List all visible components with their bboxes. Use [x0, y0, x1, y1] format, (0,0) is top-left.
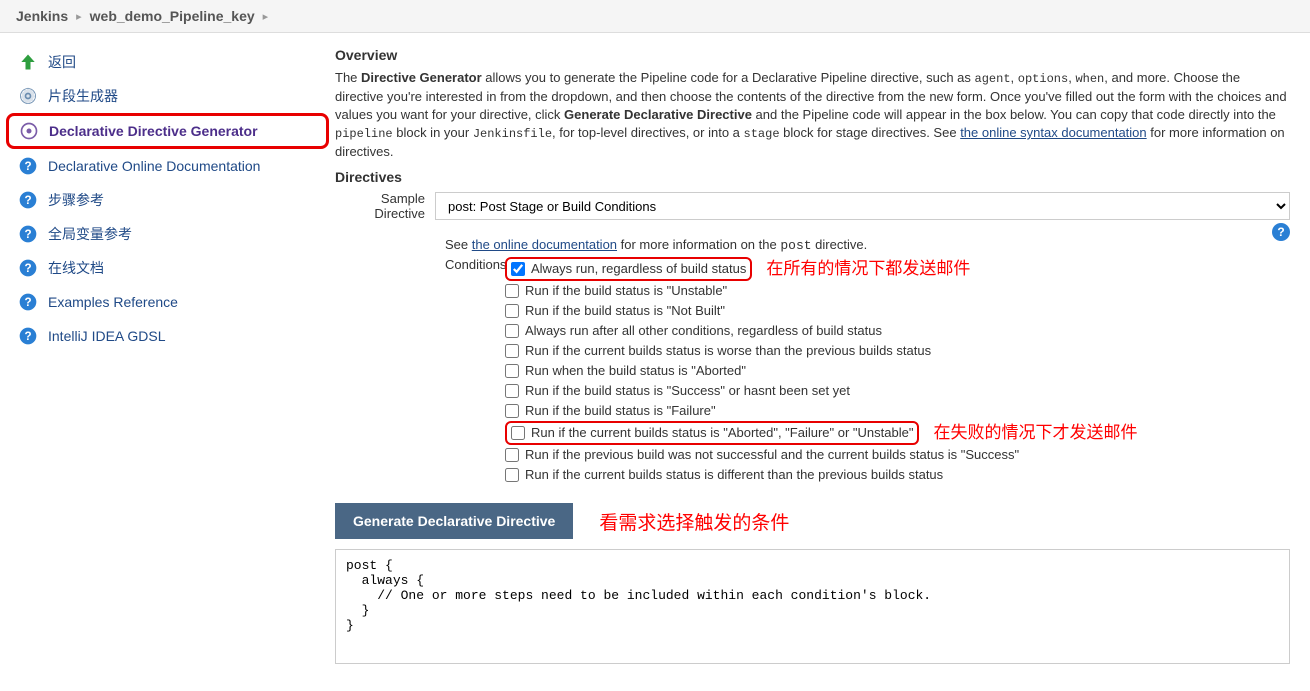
condition-annotation: 在所有的情况下都发送邮件 [766, 259, 970, 279]
help-icon: ? [18, 258, 38, 278]
sidebar-item-2[interactable]: Declarative Directive Generator [6, 113, 329, 149]
help-icon: ? [18, 190, 38, 210]
condition-item-10: Run if the current builds status is diff… [505, 465, 1290, 485]
sidebar-item-label: 在线文档 [48, 258, 104, 278]
svg-text:?: ? [24, 194, 31, 207]
chevron-right-icon: ▸ [76, 10, 82, 23]
code-output[interactable] [336, 550, 1289, 660]
sample-directive-select[interactable]: post: Post Stage or Build Conditions [435, 192, 1290, 220]
condition-checkbox-1[interactable] [505, 284, 519, 298]
sidebar-item-label: Examples Reference [48, 294, 178, 310]
condition-item-0: Always run, regardless of build status 在所… [505, 257, 1290, 281]
gear-purple-icon [19, 121, 39, 141]
condition-item-8: Run if the current builds status is "Abo… [505, 421, 1290, 445]
overview-heading: Overview [335, 47, 1290, 63]
condition-label: Run if the previous build was not succes… [525, 445, 1019, 465]
svg-text:?: ? [24, 262, 31, 275]
breadcrumb: Jenkins ▸ web_demo_Pipeline_key ▸ [0, 0, 1310, 33]
condition-label: Always run after all other conditions, r… [525, 321, 882, 341]
condition-label: Run if the build status is "Success" or … [525, 381, 850, 401]
sidebar-item-label: 步骤参考 [48, 190, 104, 210]
online-doc-link[interactable]: the online documentation [472, 237, 617, 252]
condition-item-7: Run if the build status is "Failure" [505, 401, 1290, 421]
condition-checkbox-2[interactable] [505, 304, 519, 318]
help-text: See the online documentation for more in… [445, 237, 1290, 253]
condition-checkbox-7[interactable] [505, 404, 519, 418]
condition-checkbox-10[interactable] [505, 468, 519, 482]
condition-label: Always run, regardless of build status [531, 259, 746, 279]
sidebar-item-label: 全局变量参考 [48, 224, 132, 244]
sample-directive-label: Sample Directive [335, 191, 435, 221]
condition-annotation: 在失败的情况下才发送邮件 [933, 423, 1137, 443]
conditions-label: Conditions [445, 257, 505, 272]
sidebar-item-5[interactable]: ? 全局变量参考 [0, 217, 335, 251]
condition-checkbox-4[interactable] [505, 344, 519, 358]
sidebar-item-label: IntelliJ IDEA GDSL [48, 328, 166, 344]
sidebar-item-label: Declarative Directive Generator [49, 123, 258, 139]
condition-checkbox-9[interactable] [505, 448, 519, 462]
help-icon: ? [18, 224, 38, 244]
svg-text:?: ? [24, 330, 31, 343]
generate-button[interactable]: Generate Declarative Directive [335, 503, 573, 539]
sidebar-item-1[interactable]: 片段生成器 [0, 79, 335, 113]
condition-checkbox-3[interactable] [505, 324, 519, 338]
sidebar-item-label: 片段生成器 [48, 86, 118, 106]
svg-text:?: ? [24, 228, 31, 241]
condition-item-1: Run if the build status is "Unstable" [505, 281, 1290, 301]
condition-label: Run when the build status is "Aborted" [525, 361, 746, 381]
condition-checkbox-5[interactable] [505, 364, 519, 378]
arrow-up-icon [18, 52, 38, 72]
svg-text:?: ? [24, 160, 31, 173]
condition-label: Run if the build status is "Unstable" [525, 281, 727, 301]
condition-label: Run if the current builds status is wors… [525, 341, 931, 361]
sidebar-item-0[interactable]: 返回 [0, 45, 335, 79]
help-icon: ? [18, 156, 38, 176]
sidebar-item-label: Declarative Online Documentation [48, 158, 260, 174]
condition-checkbox-6[interactable] [505, 384, 519, 398]
help-icon: ? [18, 292, 38, 312]
code-output-box [335, 549, 1290, 664]
sidebar-item-label: 返回 [48, 52, 76, 72]
sidebar-item-3[interactable]: ? Declarative Online Documentation [0, 149, 335, 183]
syntax-doc-link[interactable]: the online syntax documentation [960, 125, 1146, 140]
main-content: Overview The Directive Generator allows … [335, 33, 1310, 678]
sidebar-item-8[interactable]: ? IntelliJ IDEA GDSL [0, 319, 335, 353]
directives-heading: Directives [335, 169, 1290, 185]
generate-annotation: 看需求选择触发的条件 [599, 508, 789, 535]
sidebar-item-4[interactable]: ? 步骤参考 [0, 183, 335, 217]
conditions-list: Always run, regardless of build status 在所… [505, 257, 1290, 485]
condition-item-5: Run when the build status is "Aborted" [505, 361, 1290, 381]
breadcrumb-root[interactable]: Jenkins [16, 8, 68, 24]
chevron-right-icon: ▸ [263, 10, 269, 23]
gear-icon [18, 86, 38, 106]
condition-checkbox-8[interactable] [511, 426, 525, 440]
condition-label: Run if the build status is "Not Built" [525, 301, 725, 321]
condition-item-3: Always run after all other conditions, r… [505, 321, 1290, 341]
condition-checkbox-0[interactable] [511, 262, 525, 276]
sidebar: 返回片段生成器 Declarative Directive Generator? D… [0, 33, 335, 678]
condition-item-4: Run if the current builds status is wors… [505, 341, 1290, 361]
sidebar-item-6[interactable]: ? 在线文档 [0, 251, 335, 285]
condition-label: Run if the current builds status is "Abo… [531, 423, 913, 443]
help-icon: ? [18, 326, 38, 346]
condition-item-2: Run if the build status is "Not Built" [505, 301, 1290, 321]
sidebar-item-7[interactable]: ? Examples Reference [0, 285, 335, 319]
breadcrumb-item[interactable]: web_demo_Pipeline_key [90, 8, 255, 24]
condition-label: Run if the current builds status is diff… [525, 465, 943, 485]
condition-label: Run if the build status is "Failure" [525, 401, 716, 421]
svg-text:?: ? [24, 296, 31, 309]
condition-item-6: Run if the build status is "Success" or … [505, 381, 1290, 401]
condition-item-9: Run if the previous build was not succes… [505, 445, 1290, 465]
overview-text: The Directive Generator allows you to ge… [335, 69, 1290, 161]
